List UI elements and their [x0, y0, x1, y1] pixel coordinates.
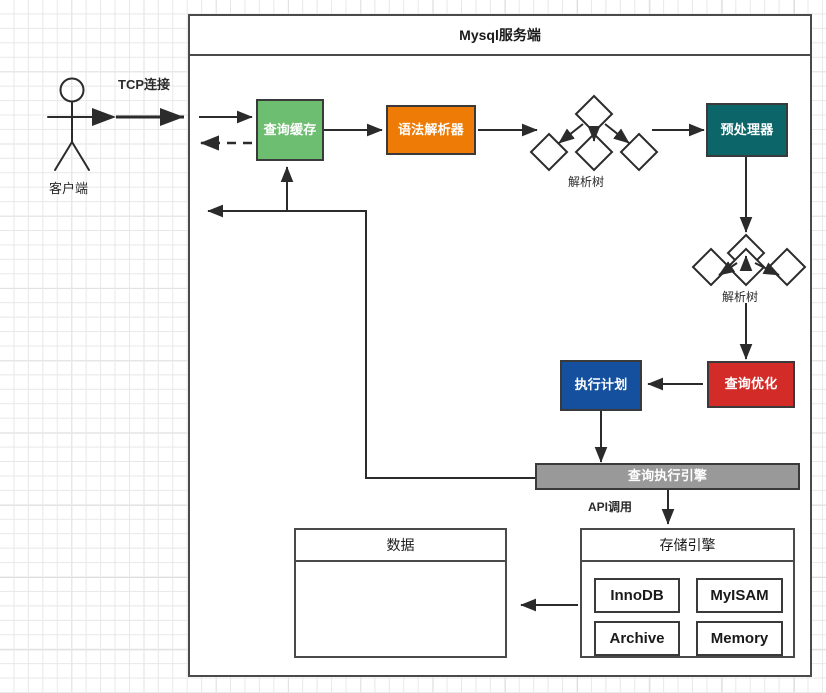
- api-call-label: API调用: [588, 500, 633, 514]
- parse-tree-2-shapes: [691, 233, 807, 287]
- engine-cell-myisam[interactable]: MyISAM: [696, 578, 783, 613]
- engine-cell-memory[interactable]: Memory: [696, 621, 783, 656]
- parse-tree-1-label: 解析树: [568, 175, 605, 189]
- node-syntax-parser-label: 语法解析器: [397, 121, 464, 137]
- node-query-cache-label: 查询缓存: [263, 121, 317, 137]
- parse-tree-2-label: 解析树: [722, 290, 759, 304]
- data-panel-title-label: 数据: [386, 537, 415, 553]
- node-query-optimizer[interactable]: 查询优化: [707, 361, 795, 408]
- storage-engine-panel-title: 存储引擎: [582, 530, 793, 562]
- node-query-execution-engine-label: 查询执行引擎: [627, 468, 708, 484]
- tcp-link-label: TCP连接: [118, 77, 171, 92]
- client-actor-figure: [47, 77, 97, 171]
- node-preprocessor-label: 预处理器: [720, 121, 774, 137]
- storage-engine-panel-title-label: 存储引擎: [659, 537, 716, 553]
- node-query-execution-engine[interactable]: 查询执行引擎: [535, 463, 800, 490]
- node-syntax-parser[interactable]: 语法解析器: [386, 105, 476, 155]
- engine-cell-archive[interactable]: Archive: [594, 621, 680, 656]
- data-panel-title: 数据: [296, 530, 505, 562]
- node-execution-plan[interactable]: 执行计划: [560, 360, 642, 411]
- node-preprocessor[interactable]: 预处理器: [706, 103, 788, 157]
- engine-result-feedback-path: [207, 204, 535, 479]
- node-query-optimizer-label: 查询优化: [724, 376, 778, 392]
- engine-cell-innodb[interactable]: InnoDB: [594, 578, 680, 613]
- node-query-cache[interactable]: 查询缓存: [256, 99, 324, 161]
- client-actor-label: 客户端: [49, 181, 89, 196]
- node-execution-plan-label: 执行计划: [574, 377, 628, 393]
